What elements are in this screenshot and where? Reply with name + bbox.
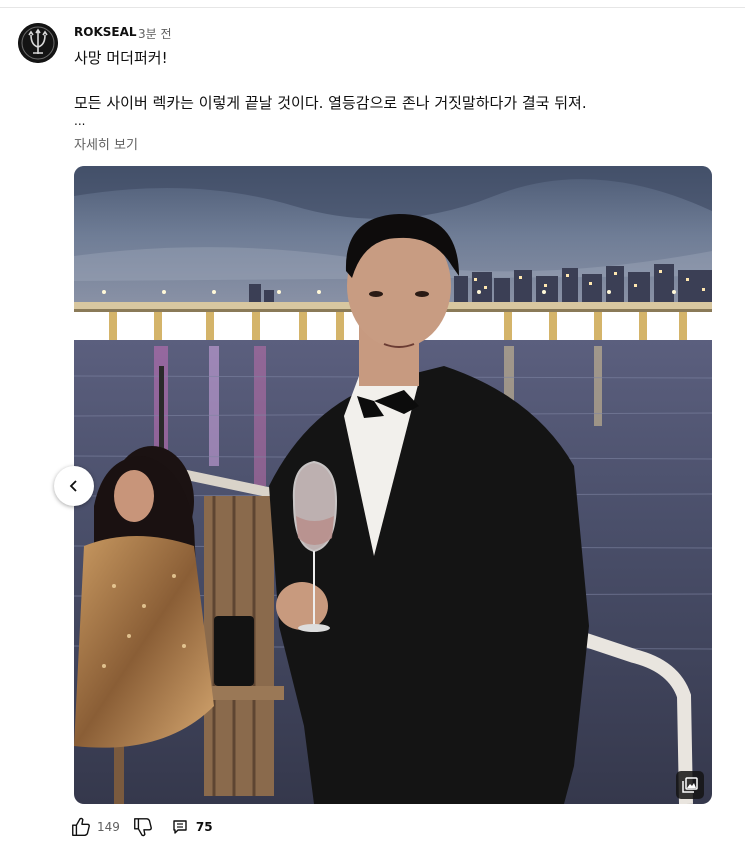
thumbs-up-icon	[72, 817, 90, 836]
post-text-line: 모든 사이버 렉카는 이렇게 끝날 것이다. 열등감으로 존나 거짓말하다가 결…	[74, 94, 587, 112]
comment-icon	[173, 820, 187, 834]
gallery-icon	[682, 777, 698, 793]
previous-image-button[interactable]	[54, 466, 94, 506]
like-count: 149	[97, 820, 120, 834]
thumbs-down-icon	[133, 818, 152, 837]
avatar[interactable]	[18, 23, 58, 63]
post-time[interactable]: 3분 전	[138, 25, 172, 42]
reply-button[interactable]: 75	[172, 819, 213, 835]
truncation-ellipsis: ...	[74, 114, 86, 128]
post-actions: 149 75	[70, 815, 213, 839]
dislike-button[interactable]	[132, 816, 154, 838]
gallery-button[interactable]	[676, 771, 704, 799]
post-text-line: 사망 머더퍼커!	[74, 49, 168, 67]
post-image[interactable]	[74, 166, 712, 804]
chevron-left-icon	[69, 480, 77, 492]
reply-count: 75	[195, 820, 213, 834]
read-more-link[interactable]: 자세히 보기	[74, 134, 138, 153]
top-divider	[0, 0, 745, 8]
author-name[interactable]: ROKSEAL	[74, 25, 137, 39]
trident-emblem-icon	[18, 23, 58, 63]
like-button[interactable]: 149	[70, 816, 132, 838]
